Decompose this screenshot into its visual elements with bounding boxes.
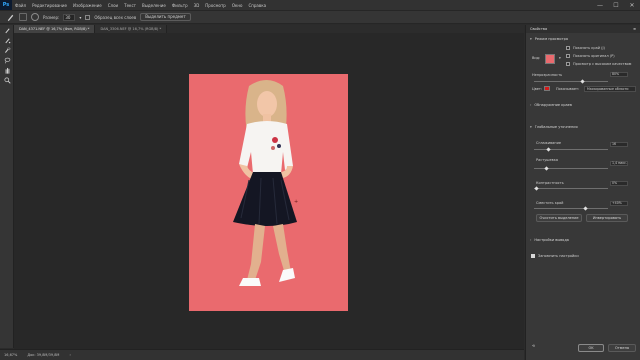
chevron-down-icon: ▾ [530, 37, 532, 41]
clear-selection-button[interactable]: Очистить выделение [536, 214, 582, 222]
menu-image[interactable]: Изображение [70, 3, 105, 8]
opacity-slider-track[interactable] [534, 81, 608, 82]
menu-view[interactable]: Просмотр [202, 3, 229, 8]
sample-all-label: Образец всех слоев [94, 14, 137, 20]
global-refinements-label: Глобальные уточнения [534, 125, 578, 129]
show-original-checkbox[interactable] [566, 54, 570, 58]
options-bar: Размер: 30 ▾ Образец всех слоев Выделить… [0, 10, 640, 24]
tools-panel [0, 25, 14, 348]
chevron-right-icon: › [530, 103, 532, 107]
lasso-icon[interactable] [2, 56, 12, 65]
brush-preset-icon[interactable] [31, 13, 39, 21]
properties-panel: Свойства ≡ ▾ Режим просмотра Вид: ▾ Пока… [525, 25, 640, 360]
window-controls: — ☐ ✕ [592, 0, 640, 10]
chevron-down-icon: ▾ [530, 125, 532, 129]
menu-type[interactable]: Текст [121, 3, 139, 8]
reset-icon[interactable]: ⟲ [532, 344, 535, 348]
high-quality-checkbox[interactable] [566, 62, 570, 66]
global-refinements-section[interactable]: ▾ Глобальные уточнения [530, 125, 578, 129]
menu-layers[interactable]: Слои [105, 3, 121, 8]
menu-filter[interactable]: Фильтр [169, 3, 191, 8]
view-mode-section[interactable]: ▾ Режим просмотра [530, 37, 568, 41]
view-mode-thumbnail[interactable] [545, 54, 555, 64]
maximize-button[interactable]: ☐ [608, 0, 624, 10]
menu-window[interactable]: Окно [229, 3, 246, 8]
show-original-label: Показать оригинал (P) [573, 54, 615, 58]
show-edge-checkbox[interactable] [566, 46, 570, 50]
cancel-button[interactable]: Отмена [608, 344, 636, 352]
document-image[interactable] [189, 74, 348, 311]
menu-file[interactable]: Файл [12, 3, 29, 8]
document-tabs: DAN_4371.NEF @ 16,7% (Фон, RGB/8) * DAN_… [14, 25, 524, 33]
contrast-slider-handle[interactable] [534, 186, 539, 191]
opacity-slider-handle[interactable] [580, 79, 585, 84]
output-settings-section[interactable]: › Настройки вывода [530, 238, 569, 242]
shift-edge-label: Сместить край [536, 201, 564, 205]
contrast-label: Контрастность [536, 181, 564, 185]
smooth-slider-handle[interactable] [546, 147, 551, 152]
menu-bar: Ps Файл Редактирование Изображение Слои … [0, 0, 640, 10]
shift-edge-input[interactable]: +40% [610, 201, 628, 206]
contrast-slider-track[interactable] [534, 188, 608, 189]
menu-3d[interactable]: 3D [191, 3, 203, 8]
menu-edit[interactable]: Редактирование [29, 3, 70, 8]
ok-button[interactable]: OK [578, 344, 604, 352]
minimize-button[interactable]: — [592, 0, 608, 10]
canvas-area[interactable]: + [14, 33, 524, 349]
brush-tool-icon[interactable] [6, 13, 15, 22]
zoom-icon[interactable] [2, 76, 12, 85]
shift-edge-slider-track[interactable] [534, 208, 608, 209]
select-subject-button[interactable]: Выделить предмет [140, 13, 191, 21]
smooth-input[interactable]: 16 [610, 142, 628, 147]
close-button[interactable]: ✕ [624, 0, 640, 10]
smooth-label: Сглаживание [536, 141, 562, 145]
photoshop-logo: Ps [0, 0, 12, 10]
indicates-select[interactable]: Маскированные области [584, 86, 636, 92]
refine-edge-brush-icon[interactable] [2, 36, 12, 45]
remember-settings-checkbox[interactable] [531, 254, 535, 258]
invert-button[interactable]: Инвертировать [586, 214, 628, 222]
panel-header: Свойства ≡ [526, 25, 640, 33]
panel-menu-icon[interactable]: ≡ [633, 27, 636, 31]
girl-photo [233, 80, 297, 286]
status-arrow-icon[interactable]: › [69, 353, 70, 357]
doc-size: Док: 39,8M/39,8M [27, 353, 60, 357]
edge-detection-section[interactable]: › Обнаружение краев [530, 103, 572, 107]
high-quality-label: Просмотр с высоким качеством [573, 62, 632, 66]
brush-icon[interactable] [2, 26, 12, 35]
indicates-label: Показывает: [556, 87, 580, 91]
status-bar: 16,67% Док: 39,8M/39,8M › [0, 349, 524, 360]
radius-input[interactable]: 30 [63, 13, 76, 21]
output-settings-label: Настройки вывода [534, 238, 569, 242]
chevron-right-icon: › [530, 238, 532, 242]
tab-document-1[interactable]: DAN_4371.NEF @ 16,7% (Фон, RGB/8) * [14, 25, 96, 33]
chevron-down-icon[interactable]: ▾ [79, 15, 81, 20]
opacity-input[interactable]: 80% [610, 72, 628, 77]
show-edge-label: Показать край (J) [573, 46, 605, 50]
remember-settings-label: Запомнить настройки [538, 254, 579, 258]
brush-cursor-icon: + [294, 199, 299, 205]
feather-slider-handle[interactable] [544, 166, 549, 171]
feather-label: Растушевка [536, 158, 558, 162]
contrast-input[interactable]: 0% [610, 181, 628, 186]
overlay-color-swatch[interactable] [544, 86, 550, 91]
add-mode-icon[interactable] [19, 13, 27, 21]
hand-icon[interactable] [2, 66, 12, 75]
sample-all-checkbox[interactable] [85, 14, 91, 20]
tab-document-2[interactable]: DAN_3306.NEF @ 16,7% (RGB/8) * [95, 25, 168, 33]
view-label: Вид: [532, 56, 541, 60]
panel-title: Свойства [530, 27, 548, 31]
radius-label: Размер: [43, 14, 60, 20]
view-mode-label: Режим просмотра [534, 37, 568, 41]
edge-detection-label: Обнаружение краев [534, 103, 572, 107]
opacity-label: Непрозрачность [532, 73, 563, 77]
menu-help[interactable]: Справка [245, 3, 269, 8]
zoom-level[interactable]: 16,67% [4, 353, 17, 357]
quick-selection-icon[interactable] [2, 46, 12, 55]
menu-select[interactable]: Выделение [139, 3, 169, 8]
shift-edge-slider-handle[interactable] [583, 206, 588, 211]
chevron-down-icon[interactable]: ▾ [559, 56, 561, 60]
feather-input[interactable]: 1,4 пикс. [610, 161, 628, 166]
color-label: Цвет: [532, 87, 543, 91]
